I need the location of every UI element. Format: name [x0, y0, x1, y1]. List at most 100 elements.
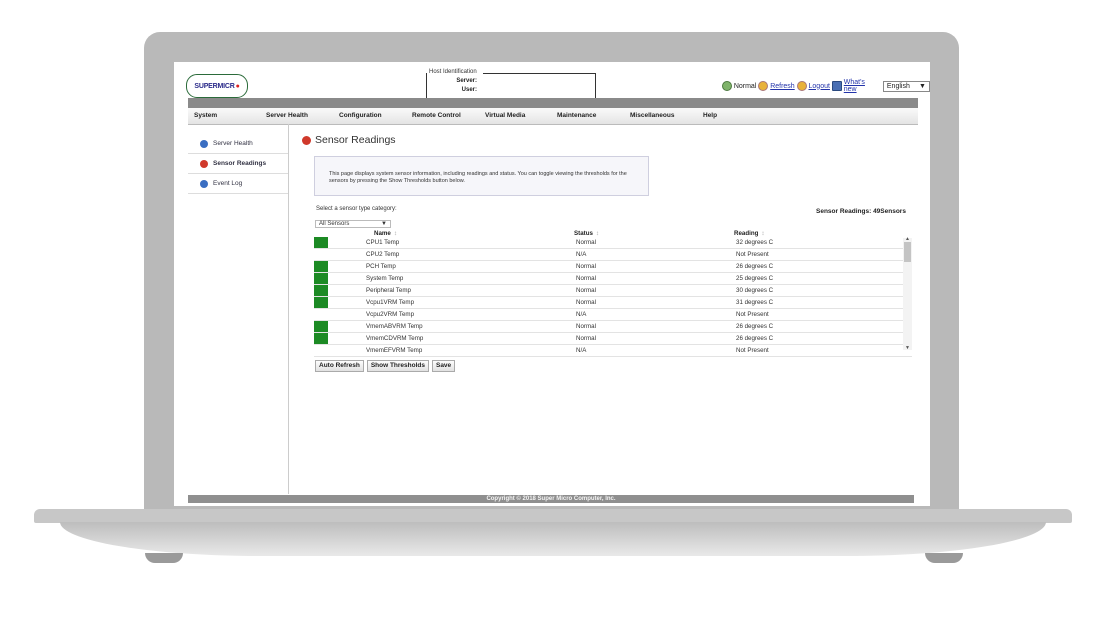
table-row[interactable]: CPU1 Temp Normal 32 degrees C — [314, 237, 912, 249]
logo-text: SUPERMICR — [194, 82, 235, 90]
table-row[interactable]: PCH Temp Normal 26 degrees C — [314, 261, 912, 273]
sensor-reading: 31 degrees C — [736, 299, 774, 306]
sort-icon: ↕ — [595, 230, 600, 237]
sensor-reading: 25 degrees C — [736, 275, 774, 282]
column-header-name[interactable]: Name ↕ — [374, 230, 397, 237]
host-identification-legend: Host Identification — [427, 69, 479, 75]
red-bullet-icon — [200, 159, 208, 168]
blue-bullet-icon — [200, 139, 208, 148]
refresh-icon[interactable] — [758, 81, 769, 91]
normal-status-icon — [722, 81, 732, 91]
whats-new-link[interactable]: What's new — [844, 79, 879, 93]
laptop-foot-left — [145, 553, 183, 563]
table-row[interactable]: VmemEFVRM Temp N/A Not Present — [314, 345, 912, 357]
sensor-name: VmemEFVRM Temp — [366, 347, 423, 354]
menu-miscellaneous[interactable]: Miscellaneous — [630, 112, 674, 119]
logo-dot-icon: ● — [235, 82, 240, 90]
sensor-name: VmemABVRM Temp — [366, 323, 423, 330]
sensor-status: Normal — [576, 299, 596, 306]
column-header-reading[interactable]: Reading ↕ — [734, 230, 765, 237]
sensor-reading: 30 degrees C — [736, 287, 774, 294]
sensor-type-label: Select a sensor type category: — [316, 206, 397, 212]
chevron-down-icon: ▼ — [381, 221, 387, 227]
chevron-down-icon: ▼ — [919, 82, 926, 90]
sensor-status: Normal — [576, 263, 596, 270]
page-description: This page displays system sensor informa… — [314, 156, 649, 196]
sidebar: Server Health Sensor Readings Event Log — [188, 124, 289, 494]
menu-maintenance[interactable]: Maintenance — [557, 112, 596, 119]
sensor-name: System Temp — [366, 275, 404, 282]
table-row[interactable]: Vcpu2VRM Temp N/A Not Present — [314, 309, 912, 321]
sensor-name: Vcpu2VRM Temp — [366, 311, 415, 318]
red-bullet-icon — [302, 135, 311, 145]
refresh-link[interactable]: Refresh — [770, 83, 795, 90]
menu-help[interactable]: Help — [703, 112, 717, 119]
sensor-status: Normal — [576, 275, 596, 282]
sensor-name: VmemCDVRM Temp — [366, 335, 424, 342]
column-header-status[interactable]: Status ↕ — [574, 230, 599, 237]
sensor-reading: 26 degrees C — [736, 335, 774, 342]
menu-system[interactable]: System — [194, 112, 217, 119]
sensor-table: Name ↕ Status ↕ Reading ↕ CPU1 Temp Normal 32… — [314, 230, 912, 357]
sidebar-item-label: Server Health — [213, 140, 253, 147]
status-indicator — [314, 321, 328, 332]
menu-remote-control[interactable]: Remote Control — [412, 112, 461, 119]
table-row[interactable]: System Temp Normal 25 degrees C — [314, 273, 912, 285]
sidebar-item-event-log[interactable]: Event Log — [188, 174, 288, 194]
save-button[interactable]: Save — [431, 360, 456, 372]
status-indicator — [314, 297, 328, 308]
sensor-reading: 26 degrees C — [736, 263, 774, 270]
sensor-name: PCH Temp — [366, 263, 396, 270]
sensor-reading: Not Present — [736, 347, 769, 354]
sidebar-item-sensor-readings[interactable]: Sensor Readings — [188, 154, 288, 174]
table-row[interactable]: CPU2 Temp N/A Not Present — [314, 249, 912, 261]
table-row[interactable]: Peripheral Temp Normal 30 degrees C — [314, 285, 912, 297]
language-value: English — [886, 82, 910, 90]
status-text: Normal — [733, 82, 757, 90]
table-row[interactable]: Vcpu1VRM Temp Normal 31 degrees C — [314, 297, 912, 309]
sensor-status: N/A — [576, 347, 587, 354]
sensor-reading: Not Present — [736, 311, 769, 318]
menu-virtual-media[interactable]: Virtual Media — [485, 112, 525, 119]
page-title-text: Sensor Readings — [315, 134, 396, 146]
sensor-status: Normal — [576, 239, 596, 246]
sensor-reading: 32 degrees C — [736, 239, 774, 246]
table-row[interactable]: VmemCDVRM Temp Normal 26 degrees C — [314, 333, 912, 345]
sensor-name: CPU1 Temp — [366, 239, 400, 246]
sidebar-item-server-health[interactable]: Server Health — [188, 134, 288, 154]
sensor-status: N/A — [576, 251, 587, 258]
logout-link[interactable]: Logout — [809, 83, 830, 90]
table-header: Name ↕ Status ↕ Reading ↕ — [314, 230, 912, 237]
menu-configuration[interactable]: Configuration — [339, 112, 382, 119]
scrollbar-thumb[interactable] — [904, 242, 911, 262]
logout-icon[interactable] — [796, 81, 807, 91]
server-label: Server: — [456, 78, 477, 84]
header-actions: Normal Refresh Logout What's new English… — [722, 79, 930, 93]
table-scrollbar[interactable]: ▲ ▼ — [903, 236, 912, 351]
sensor-reading: 26 degrees C — [736, 323, 774, 330]
table-row[interactable]: VmemABVRM Temp Normal 26 degrees C — [314, 321, 912, 333]
sensor-category-select[interactable]: All Sensors ▼ — [315, 220, 391, 228]
scroll-down-icon[interactable]: ▼ — [905, 345, 910, 351]
page-title: Sensor Readings — [302, 134, 396, 146]
sensor-status: Normal — [576, 335, 596, 342]
auto-refresh-button[interactable]: Auto Refresh — [315, 360, 364, 372]
sensor-status: Normal — [576, 323, 596, 330]
show-thresholds-button[interactable]: Show Thresholds — [366, 360, 429, 372]
whats-new-icon[interactable] — [831, 81, 842, 91]
status-indicator — [314, 237, 328, 248]
host-identification: Host Identification Server: User: — [426, 69, 596, 99]
laptop-base — [34, 509, 1072, 523]
menu-server-health[interactable]: Server Health — [266, 112, 308, 119]
sidebar-item-label: Event Log — [213, 180, 243, 187]
sidebar-item-label: Sensor Readings — [213, 160, 267, 167]
sensor-status: Normal — [576, 287, 596, 294]
sensor-name: CPU2 Temp — [366, 251, 400, 258]
table-body: CPU1 Temp Normal 32 degrees C CPU2 Temp N/A N… — [314, 237, 912, 357]
status-indicator — [314, 333, 328, 344]
sensor-name: Peripheral Temp — [366, 287, 411, 294]
sort-icon: ↕ — [761, 230, 765, 237]
sensor-category-value: All Sensors — [319, 221, 350, 227]
language-select[interactable]: English ▼ — [882, 80, 930, 92]
status-indicator — [314, 273, 328, 284]
